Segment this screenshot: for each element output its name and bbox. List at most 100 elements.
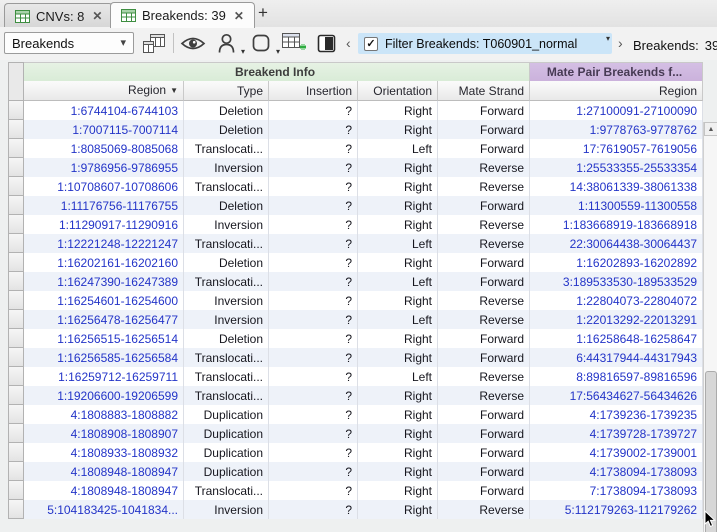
table-cell[interactable]: Translocati...: [184, 367, 269, 386]
table-cell[interactable]: ?: [269, 253, 358, 272]
filter-next-icon[interactable]: ›: [618, 35, 623, 51]
table-row[interactable]: 1:9786956-9786955 Inversion? Right Reverse 1…: [8, 158, 704, 177]
table-cell[interactable]: ?: [269, 272, 358, 291]
table-row[interactable]: 1:7007115-7007114 Deletion? Right Forward 1:…: [8, 120, 704, 139]
table-cell[interactable]: ?: [269, 386, 358, 405]
add-table-button[interactable]: [278, 30, 310, 56]
table-cell[interactable]: Forward: [438, 424, 531, 443]
tab-breakends[interactable]: Breakends: 39 ✕: [110, 2, 255, 28]
region-cell[interactable]: 4:1808883-1808882: [24, 405, 184, 424]
row-header[interactable]: [8, 215, 24, 234]
table-cell[interactable]: Forward: [438, 120, 531, 139]
table-cell[interactable]: Translocati...: [184, 234, 269, 253]
row-header[interactable]: [8, 177, 24, 196]
region-cell[interactable]: 4:1739002-1739001: [530, 443, 704, 462]
table-cell[interactable]: Right: [358, 424, 438, 443]
table-cell[interactable]: Right: [358, 386, 438, 405]
table-cell[interactable]: Reverse: [438, 310, 531, 329]
table-cell[interactable]: Forward: [438, 348, 531, 367]
region-cell[interactable]: 14:38061339-38061338: [530, 177, 704, 196]
table-row[interactable]: 1:16202161-16202160 Deletion? Right Forward…: [8, 253, 704, 272]
region-cell[interactable]: 1:16202893-16202892: [530, 253, 704, 272]
table-cell[interactable]: Forward: [438, 196, 531, 215]
table-row[interactable]: 1:6744104-6744103 Deletion? Right Forward 1:…: [8, 101, 704, 120]
table-cell[interactable]: Deletion: [184, 253, 269, 272]
table-cell[interactable]: ?: [269, 500, 358, 519]
row-header[interactable]: [8, 367, 24, 386]
region-cell[interactable]: 1:12221248-12221247: [24, 234, 184, 253]
table-cell[interactable]: ?: [269, 120, 358, 139]
table-cell[interactable]: Left: [358, 310, 438, 329]
table-row[interactable]: 4:1808908-1808907 Duplication? Right Forwar…: [8, 424, 704, 443]
table-cell[interactable]: Right: [358, 253, 438, 272]
table-cell[interactable]: Translocati...: [184, 139, 269, 158]
row-header[interactable]: [8, 443, 24, 462]
column-header-orientation[interactable]: Orientation: [358, 81, 438, 101]
row-header[interactable]: [8, 424, 24, 443]
table-row[interactable]: 4:1808883-1808882 Duplication? Right Forwar…: [8, 405, 704, 424]
visibility-button[interactable]: [178, 30, 208, 56]
table-cell[interactable]: Reverse: [438, 500, 531, 519]
table-cell[interactable]: Deletion: [184, 101, 269, 120]
tab-cnvs[interactable]: CNVs: 8 ✕: [4, 3, 114, 28]
region-cell[interactable]: 4:1808948-1808947: [24, 481, 184, 500]
table-cell[interactable]: Forward: [438, 253, 531, 272]
region-cell[interactable]: 4:1739728-1739727: [530, 424, 704, 443]
filter-prev-icon[interactable]: ‹: [346, 35, 351, 51]
table-cell[interactable]: ?: [269, 196, 358, 215]
region-cell[interactable]: 4:1738094-1738093: [530, 462, 704, 481]
column-header-mate-strand[interactable]: Mate Strand: [438, 81, 531, 101]
table-cell[interactable]: Translocati...: [184, 272, 269, 291]
table-cell[interactable]: ?: [269, 424, 358, 443]
region-cell[interactable]: 1:16258648-16258647: [530, 329, 704, 348]
table-row[interactable]: 4:1808948-1808947 Duplication? Right Forwar…: [8, 462, 704, 481]
row-header[interactable]: [8, 291, 24, 310]
row-header[interactable]: [8, 101, 24, 120]
table-cell[interactable]: Translocati...: [184, 481, 269, 500]
new-tab-button[interactable]: +: [252, 3, 274, 25]
region-cell[interactable]: 6:44317944-44317943: [530, 348, 704, 367]
table-cell[interactable]: Duplication: [184, 462, 269, 481]
table-cell[interactable]: Deletion: [184, 329, 269, 348]
table-cell[interactable]: ?: [269, 405, 358, 424]
table-cell[interactable]: Inversion: [184, 310, 269, 329]
table-cell[interactable]: Right: [358, 120, 438, 139]
close-icon[interactable]: ✕: [234, 9, 244, 23]
region-cell[interactable]: 1:7007115-7007114: [24, 120, 184, 139]
region-cell[interactable]: 4:1739236-1739235: [530, 405, 704, 424]
row-header[interactable]: [8, 500, 24, 519]
table-cell[interactable]: Inversion: [184, 158, 269, 177]
view-selector-dropdown[interactable]: Breakends ▾: [4, 32, 134, 54]
region-cell[interactable]: 8:89816597-89816596: [530, 367, 704, 386]
table-row[interactable]: 1:16256478-16256477 Inversion? Left Reverse…: [8, 310, 704, 329]
table-cell[interactable]: Duplication: [184, 424, 269, 443]
region-cell[interactable]: 1:16256515-16256514: [24, 329, 184, 348]
table-cell[interactable]: Left: [358, 367, 438, 386]
shape-style-button[interactable]: ▾: [246, 30, 280, 56]
table-cell[interactable]: Reverse: [438, 367, 531, 386]
column-header-type[interactable]: Type: [184, 81, 269, 101]
table-cell[interactable]: ?: [269, 367, 358, 386]
table-cell[interactable]: Forward: [438, 405, 531, 424]
row-header[interactable]: [8, 405, 24, 424]
region-cell[interactable]: 1:16247390-16247389: [24, 272, 184, 291]
table-cell[interactable]: Forward: [438, 329, 531, 348]
region-cell[interactable]: 5:104183425-1041834...: [24, 500, 184, 519]
table-cell[interactable]: Right: [358, 348, 438, 367]
table-row[interactable]: 1:16247390-16247389 Translocati...? Left Fo…: [8, 272, 704, 291]
region-cell[interactable]: 1:25533355-25533354: [530, 158, 704, 177]
region-cell[interactable]: 1:10708607-10708606: [24, 177, 184, 196]
table-cell[interactable]: Right: [358, 443, 438, 462]
table-cell[interactable]: Right: [358, 196, 438, 215]
table-cell[interactable]: Right: [358, 481, 438, 500]
table-cell[interactable]: ?: [269, 462, 358, 481]
region-cell[interactable]: 1:8085069-8085068: [24, 139, 184, 158]
table-cell[interactable]: Left: [358, 234, 438, 253]
table-cell[interactable]: Right: [358, 177, 438, 196]
region-cell[interactable]: 1:19206600-19206599: [24, 386, 184, 405]
table-cell[interactable]: Left: [358, 139, 438, 158]
table-row[interactable]: 1:11290917-11290916 Inversion? Right Revers…: [8, 215, 704, 234]
filter-checkbox[interactable]: ✓: [364, 36, 378, 51]
column-header-insertion[interactable]: Insertion: [269, 81, 358, 101]
table-cell[interactable]: Inversion: [184, 500, 269, 519]
